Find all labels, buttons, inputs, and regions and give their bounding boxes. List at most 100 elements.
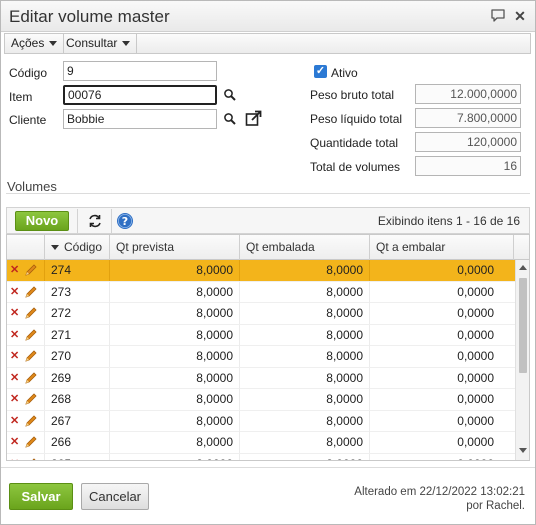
search-icon[interactable] <box>223 112 237 126</box>
actions-column-header <box>7 235 45 260</box>
cell-qt-embalada: 8,0000 <box>240 346 370 367</box>
cancelar-button[interactable]: Cancelar <box>81 483 149 510</box>
scroll-up-icon[interactable] <box>519 265 527 270</box>
column-header-label: Qt a embalar <box>376 240 446 254</box>
item-label: Item <box>9 90 33 104</box>
cell-qt-a-embalar: 0,0000 <box>457 413 494 428</box>
delete-icon[interactable]: ✕ <box>10 458 20 460</box>
cell-qt-a-embalar: 0,0000 <box>457 306 494 320</box>
table-row[interactable]: ✕ 269 8,0000 8,0000 0,0000 <box>7 367 515 389</box>
quantidade-label: Quantidade total <box>310 136 399 150</box>
cell-qt-embalada: 8,0000 <box>240 324 370 346</box>
delete-icon[interactable]: ✕ <box>10 329 20 340</box>
cell-qt-a-embalar: 0,0000 <box>457 392 494 406</box>
volumes-grid: Código Qt prevista Qt embalada Qt a emba… <box>6 234 530 461</box>
toolbar-divider <box>111 209 112 233</box>
footer-divider <box>1 467 535 468</box>
column-header-qt-prevista[interactable]: Qt prevista <box>110 235 240 260</box>
menu-bar: Ações Consultar <box>4 33 531 54</box>
column-header-label: Qt prevista <box>116 240 175 254</box>
search-icon[interactable] <box>223 88 237 102</box>
delete-icon[interactable]: ✕ <box>10 394 20 405</box>
pencil-icon[interactable] <box>24 349 38 363</box>
chevron-down-icon <box>49 41 58 47</box>
menu-acoes[interactable]: Ações <box>5 34 65 53</box>
column-header-qt-embalada[interactable]: Qt embalada <box>240 235 370 260</box>
pencil-icon[interactable] <box>24 285 38 299</box>
cell-qt-a-embalar: 0,0000 <box>457 349 494 363</box>
pencil-icon[interactable] <box>24 306 38 320</box>
edit-volume-master-dialog: Editar volume master ✕ Ações Consultar C… <box>0 0 536 525</box>
table-row[interactable]: ✕ 270 8,0000 8,0000 0,0000 <box>7 346 515 368</box>
salvar-button[interactable]: Salvar <box>9 483 73 510</box>
chevron-down-icon <box>122 41 131 47</box>
close-icon[interactable]: ✕ <box>511 7 529 25</box>
refresh-icon[interactable] <box>86 212 104 230</box>
cell-qt-prevista: 8,0000 <box>110 324 240 346</box>
peso-bruto-label: Peso bruto total <box>310 88 395 102</box>
pencil-icon[interactable] <box>24 414 38 428</box>
window-title: Editar volume master <box>9 7 170 26</box>
grid-scrollbar[interactable] <box>515 260 529 460</box>
cell-qt-embalada: 8,0000 <box>240 281 370 303</box>
table-row[interactable]: ✕ 267 8,0000 8,0000 0,0000 <box>7 410 515 432</box>
quantidade-field: 120,0000 <box>415 132 521 152</box>
delete-icon[interactable]: ✕ <box>10 265 20 276</box>
cell-qt-embalada: 8,0000 <box>240 260 370 281</box>
pencil-icon[interactable] <box>24 328 38 342</box>
delete-icon[interactable]: ✕ <box>10 308 20 319</box>
cell-codigo: 269 <box>45 367 110 389</box>
item-field[interactable]: 00076 <box>63 85 217 105</box>
cell-qt-prevista: 8,0000 <box>110 303 240 324</box>
scroll-down-icon[interactable] <box>519 448 527 453</box>
toolbar-divider <box>77 209 78 233</box>
cell-qt-prevista: 8,0000 <box>110 281 240 303</box>
pencil-icon[interactable] <box>24 457 38 460</box>
menu-consultar-label: Consultar <box>66 36 118 50</box>
cell-qt-embalada: 8,0000 <box>240 410 370 432</box>
delete-icon[interactable]: ✕ <box>10 286 20 297</box>
row-actions: ✕ <box>7 324 45 346</box>
ativo-checkbox[interactable]: ✓ <box>314 65 327 78</box>
table-row[interactable]: ✕ 273 8,0000 8,0000 0,0000 <box>7 281 515 303</box>
pencil-icon[interactable] <box>24 435 38 449</box>
table-row[interactable]: ✕ 272 8,0000 8,0000 0,0000 <box>7 303 515 325</box>
novo-button[interactable]: Novo <box>15 211 69 231</box>
column-header-qt-a-embalar[interactable]: Qt a embalar <box>370 235 514 260</box>
table-row[interactable]: ✕2658,00008,00000,0000 <box>7 453 515 461</box>
delete-icon[interactable]: ✕ <box>10 351 20 362</box>
external-link-icon[interactable] <box>245 110 262 127</box>
table-row[interactable]: ✕ 271 8,0000 8,0000 0,0000 <box>7 324 515 346</box>
delete-icon[interactable]: ✕ <box>10 437 20 448</box>
cliente-field[interactable]: Bobbie <box>63 109 217 129</box>
items-count-info: Exibindo itens 1 - 16 de 16 <box>377 214 520 228</box>
total-volumes-label: Total de volumes <box>310 160 401 174</box>
cell-codigo: 265 <box>45 453 110 460</box>
codigo-field[interactable]: 9 <box>63 61 217 81</box>
pencil-icon[interactable] <box>24 371 38 385</box>
help-icon[interactable]: ? <box>116 212 134 230</box>
comment-icon[interactable] <box>489 7 507 25</box>
volumes-toolbar: Novo ? Exibindo itens 1 - 16 de 16 <box>6 207 530 234</box>
delete-icon[interactable]: ✕ <box>10 372 20 383</box>
cell-qt-embalada: 8,0000 <box>240 432 370 453</box>
cell-codigo: 268 <box>45 389 110 410</box>
row-actions: ✕ <box>7 410 45 432</box>
pencil-icon[interactable] <box>24 263 38 277</box>
column-header-codigo[interactable]: Código <box>45 235 110 260</box>
cell-qt-embalada: 8,0000 <box>240 453 370 460</box>
menu-consultar[interactable]: Consultar <box>60 34 138 53</box>
table-row[interactable]: ✕ 266 8,0000 8,0000 0,0000 <box>7 432 515 454</box>
cell-qt-a-embalar: 0,0000 <box>370 454 500 461</box>
row-actions: ✕ <box>7 346 45 367</box>
pencil-icon[interactable] <box>24 392 38 406</box>
column-header-label: Qt embalada <box>246 240 315 254</box>
table-row[interactable]: ✕ 274 8,0000 8,0000 0,0000 <box>7 260 515 282</box>
scroll-thumb[interactable] <box>519 278 527 373</box>
cell-qt-a-embalar: 0,0000 <box>457 284 494 299</box>
cell-qt-prevista: 8,0000 <box>110 389 240 410</box>
delete-icon[interactable]: ✕ <box>10 415 20 426</box>
table-row[interactable]: ✕ 268 8,0000 8,0000 0,0000 <box>7 389 515 411</box>
cell-qt-embalada: 8,0000 <box>240 367 370 389</box>
cell-qt-a-embalar: 0,0000 <box>457 327 494 342</box>
